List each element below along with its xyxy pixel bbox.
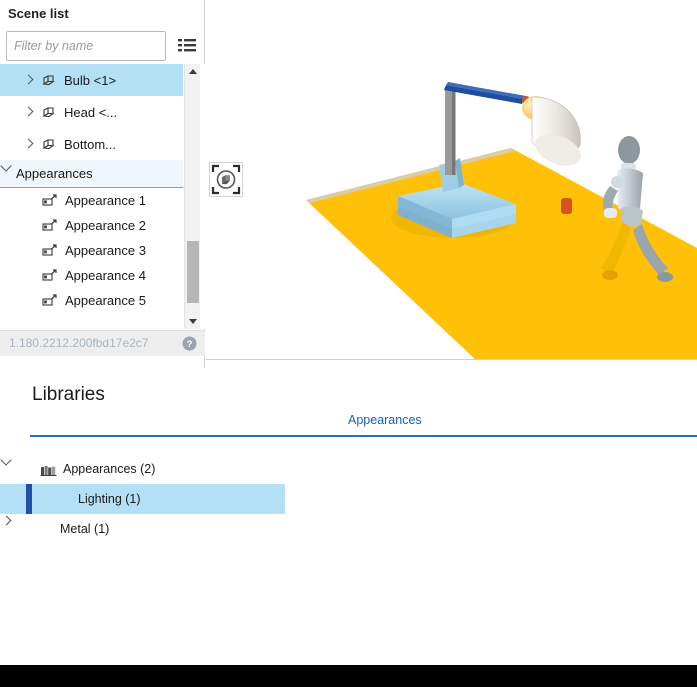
tab-underline [30,435,697,437]
scene-tree-scroll-area: Bulb <1> Head <... Bottom... Appearances… [0,64,205,329]
appearance-icon [42,268,58,283]
help-circle-icon[interactable]: ? [182,336,197,351]
tree-item-label: Bulb <1> [64,72,117,88]
tab-appearances[interactable]: Appearances [348,413,422,427]
appearance-item-label: Appearance 3 [65,243,146,258]
tree-item-head[interactable]: Head <... [0,96,183,128]
part-icon [42,105,58,120]
appearance-item-label: Appearance 4 [65,268,146,283]
top-area: Scene list Filter by name Bulb <1> Head … [0,0,697,368]
scene-list-title: Scene list [8,6,69,21]
part-icon [42,73,58,88]
svg-text:?: ? [187,339,193,350]
scrollbar-up-arrow[interactable] [185,64,201,79]
viewport-3d[interactable] [206,0,697,360]
libraries-panel: Libraries Appearances Appearances (2) Li… [0,368,697,665]
appearance-icon [42,218,58,233]
tree-item-label: Head <... [64,104,118,120]
filter-row [6,31,199,61]
appearance-item[interactable]: Appearance 2 [0,213,183,238]
appearance-item[interactable]: Appearance 5 [0,288,183,313]
library-row-lighting[interactable]: Lighting (1) [0,484,285,514]
library-row-label: Lighting (1) [78,492,141,506]
appearance-item[interactable]: Appearance 1 [0,188,183,213]
appearance-icon [42,193,58,208]
scene-render [306,82,697,360]
filter-by-name-input[interactable] [6,31,166,61]
library-category-tree: Appearances (2) Lighting (1) Metal (1) [0,454,285,665]
library-row-label: Metal (1) [60,522,110,536]
libraries-title: Libraries [32,384,105,405]
tree-item-label: Bottom... [64,136,117,152]
libraries-tabbar: Appearances [30,413,697,437]
appearance-icon [42,293,58,308]
scene-list-panel: Scene list Filter by name Bulb <1> Head … [0,0,205,368]
library-row-metal[interactable]: Metal (1) [0,514,285,544]
appearances-group-label: Appearances [16,166,93,181]
zoom-to-fit-button[interactable] [209,162,243,197]
version-text: 1.180.2212.200fbd17e2c7 [9,336,149,350]
scene-tree-scrollbar[interactable] [184,64,200,329]
appearances-group-header[interactable]: Appearances [0,160,183,188]
appearance-item[interactable]: Appearance 3 [0,238,183,263]
chevron-right-icon[interactable] [22,105,36,119]
appearance-item-label: Appearance 5 [65,293,146,308]
chevron-right-icon[interactable] [22,73,36,87]
bottom-black-bar [0,665,697,687]
chevron-right-icon[interactable] [22,137,36,151]
status-bar: 1.180.2212.200fbd17e2c7 ? [0,330,205,356]
appearance-item-label: Appearance 1 [65,193,146,208]
scrollbar-down-arrow[interactable] [185,314,201,329]
scene-tree: Bulb <1> Head <... Bottom... Appearances… [0,64,183,313]
library-row-appearances[interactable]: Appearances (2) [0,454,285,484]
viewport-bottom-border [206,359,697,360]
books-icon [40,463,57,476]
zoom-to-fit-icon [211,164,241,195]
application-window: Scene list Filter by name Bulb <1> Head … [0,0,697,687]
appearance-icon [42,243,58,258]
appearance-item[interactable]: Appearance 4 [0,263,183,288]
list-view-icon[interactable] [176,35,198,57]
library-row-label: Appearances (2) [63,462,156,476]
tree-item-bottom[interactable]: Bottom... [0,128,183,160]
appearance-item-label: Appearance 2 [65,218,146,233]
tree-item-bulb[interactable]: Bulb <1> [0,64,183,96]
part-icon [42,137,58,152]
scrollbar-thumb[interactable] [187,241,199,303]
